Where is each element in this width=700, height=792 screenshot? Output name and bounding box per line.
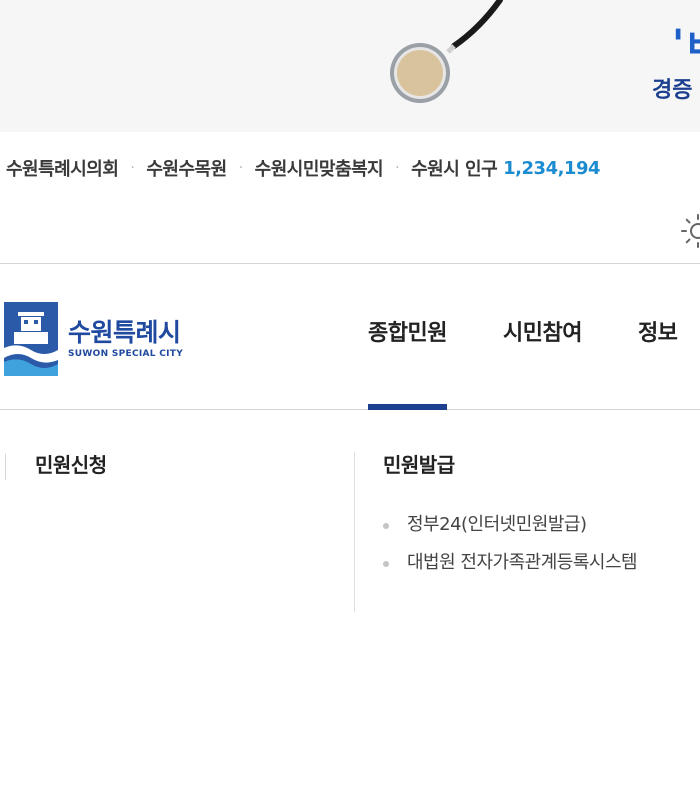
quick-link-arboretum[interactable]: 수원수목원 [146, 155, 227, 181]
utility-row [0, 204, 700, 264]
submenu-link-gov24[interactable]: 정부24(인터넷민원발급) [407, 514, 587, 535]
bullet-icon [383, 561, 389, 567]
global-nav: 종합민원 시민참여 정보 [368, 310, 700, 410]
bullet-icon [383, 523, 389, 529]
gnb-item-civil-service[interactable]: 종합민원 [368, 310, 447, 410]
column-divider [354, 452, 355, 612]
list-item[interactable]: 정부24(인터넷민원발급) [383, 506, 683, 544]
suwon-logo-icon [4, 302, 58, 376]
quick-link-council[interactable]: 수원특례시의회 [6, 155, 119, 181]
stethoscope-icon [390, 0, 503, 103]
separator: · [238, 160, 243, 176]
separator: · [130, 160, 135, 176]
population-value: 1,234,194 [503, 157, 601, 179]
submenu-title-apply[interactable]: 민원신청 [35, 449, 107, 478]
promo-banner[interactable]: 'ㅂ 경증 [0, 0, 700, 132]
quick-links: 수원특례시의회 · 수원수목원 · 수원시민맞춤복지 · 수원시 인구 1,23… [6, 154, 601, 182]
population-label: 수원시 인구 [411, 159, 498, 180]
quick-link-welfare[interactable]: 수원시민맞춤복지 [255, 155, 384, 181]
submenu-issue-list: 정부24(인터넷민원발급) 대법원 전자가족관계등록시스템 [383, 506, 683, 582]
site-logo[interactable]: 수원특례시 SUWON SPECIAL CITY [4, 301, 204, 377]
submenu-link-family-registry[interactable]: 대법원 전자가족관계등록시스템 [407, 552, 638, 573]
logo-title: 수원특례시 [68, 318, 181, 347]
gnb-item-information[interactable]: 정보 [638, 310, 678, 358]
separator: · [395, 160, 400, 176]
list-item[interactable]: 대법원 전자가족관계등록시스템 [383, 544, 683, 582]
banner-subline: 경증 [652, 78, 693, 103]
gnb-item-participation[interactable]: 시민참여 [503, 310, 582, 358]
sun-icon[interactable] [680, 213, 700, 249]
submenu-title-issue[interactable]: 민원발급 [383, 449, 455, 478]
column-marker [5, 454, 6, 480]
logo-subtitle: SUWON SPECIAL CITY [68, 349, 184, 359]
banner-headline: 'ㅂ [672, 22, 700, 68]
